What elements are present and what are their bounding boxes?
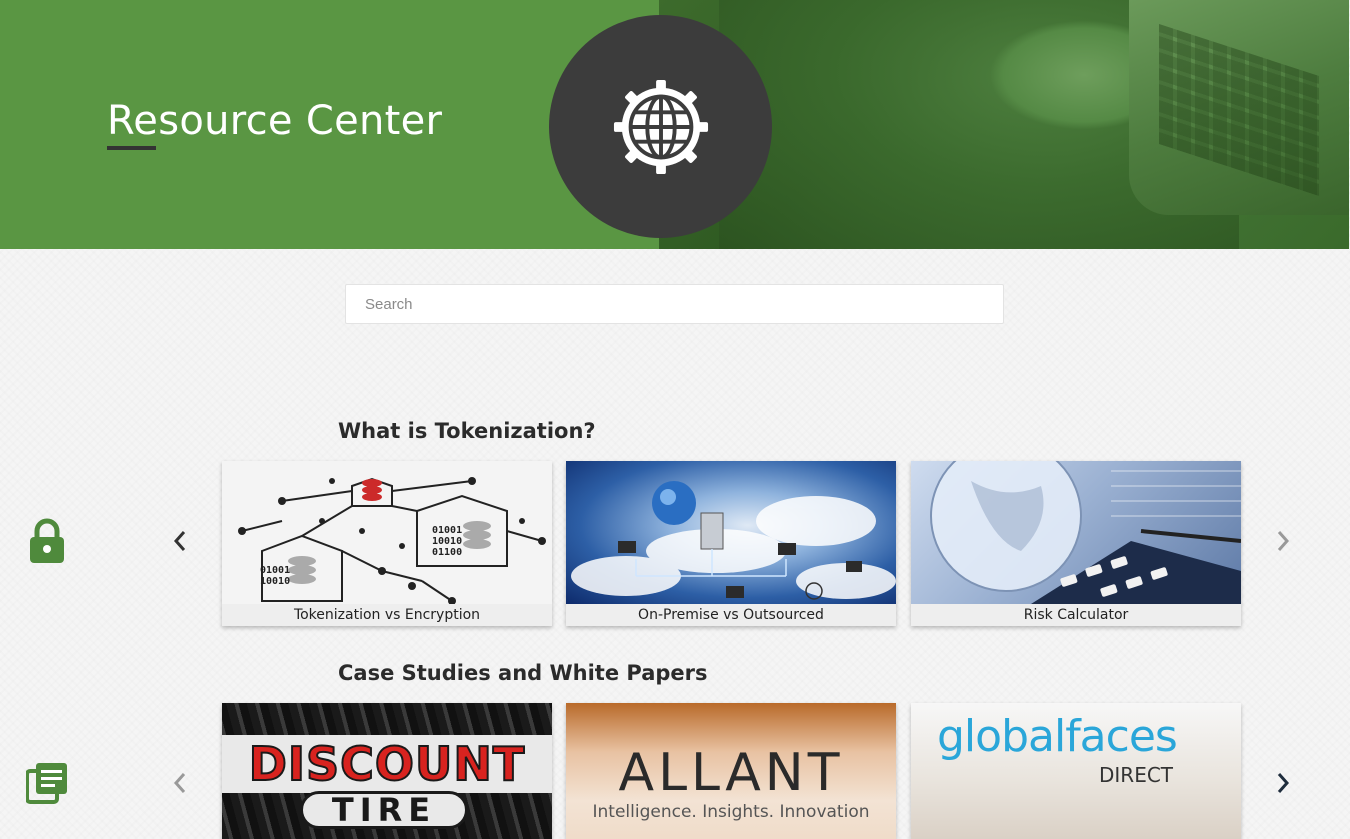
chevron-right-icon <box>1277 773 1290 793</box>
section-title-tokenization: What is Tokenization? <box>338 419 596 443</box>
card-thumbnail: 01001 10010 01100 01001 10010 <box>222 461 552 604</box>
card-thumbnail: globalfaces DIRECT <box>911 703 1241 839</box>
case-study-card[interactable]: DISCOUNT TIRE <box>222 703 552 839</box>
card-thumbnail <box>566 461 896 604</box>
resource-card[interactable]: On-Premise vs Outsourced <box>566 461 896 626</box>
section-title-case-studies: Case Studies and White Papers <box>338 661 708 685</box>
card-caption: Risk Calculator <box>911 604 1241 626</box>
svg-text:01001: 01001 <box>432 525 462 536</box>
discount-tire-logo-subtext: TIRE <box>331 791 437 829</box>
document-list-icon <box>26 763 67 804</box>
globalfaces-logo-subtext: DIRECT <box>1099 763 1174 787</box>
globe-calculator-image <box>930 461 1241 604</box>
chevron-left-icon <box>173 773 186 793</box>
card-caption: Tokenization vs Encryption <box>222 604 552 626</box>
card-thumbnail: ALLANT Intelligence. Insights. Innovatio… <box>566 703 896 839</box>
card-thumbnail <box>911 461 1241 604</box>
title-underline <box>107 146 156 150</box>
card-caption: On-Premise vs Outsourced <box>566 604 896 626</box>
chevron-right-icon <box>1277 531 1290 551</box>
allant-logo-text: ALLANT <box>618 743 844 803</box>
carousel-next-button[interactable] <box>1271 771 1295 795</box>
svg-text:01001: 01001 <box>260 565 290 576</box>
page-title: Resource Center <box>107 98 443 144</box>
cloud-network-image <box>571 481 896 600</box>
hero-icon-circle <box>549 15 772 238</box>
discount-tire-logo-text: DISCOUNT <box>248 736 526 792</box>
card-thumbnail: DISCOUNT TIRE <box>222 703 552 839</box>
resource-card[interactable]: 01001 10010 01100 01001 10010 Tokenization … <box>222 461 552 626</box>
svg-text:10010: 10010 <box>260 576 290 587</box>
hero-banner: Resource Center <box>0 0 1349 249</box>
resource-card[interactable]: Risk Calculator <box>911 461 1241 626</box>
globe-gear-icon <box>613 79 708 174</box>
carousel-next-button[interactable] <box>1271 529 1295 553</box>
chevron-left-icon <box>173 531 186 551</box>
svg-text:01100: 01100 <box>432 547 462 558</box>
case-study-card[interactable]: globalfaces DIRECT <box>911 703 1241 839</box>
carousel-prev-button[interactable] <box>168 771 192 795</box>
svg-text:10010: 10010 <box>432 536 462 547</box>
case-study-card[interactable]: ALLANT Intelligence. Insights. Innovatio… <box>566 703 896 839</box>
allant-tagline: Intelligence. Insights. Innovation <box>592 802 870 822</box>
search-input[interactable] <box>345 284 1004 324</box>
lock-icon <box>30 518 64 563</box>
network-diagram-image: 010011001001100 0100110010 <box>238 477 546 604</box>
globalfaces-logo-text: globalfaces <box>937 711 1178 762</box>
carousel-prev-button[interactable] <box>168 529 192 553</box>
